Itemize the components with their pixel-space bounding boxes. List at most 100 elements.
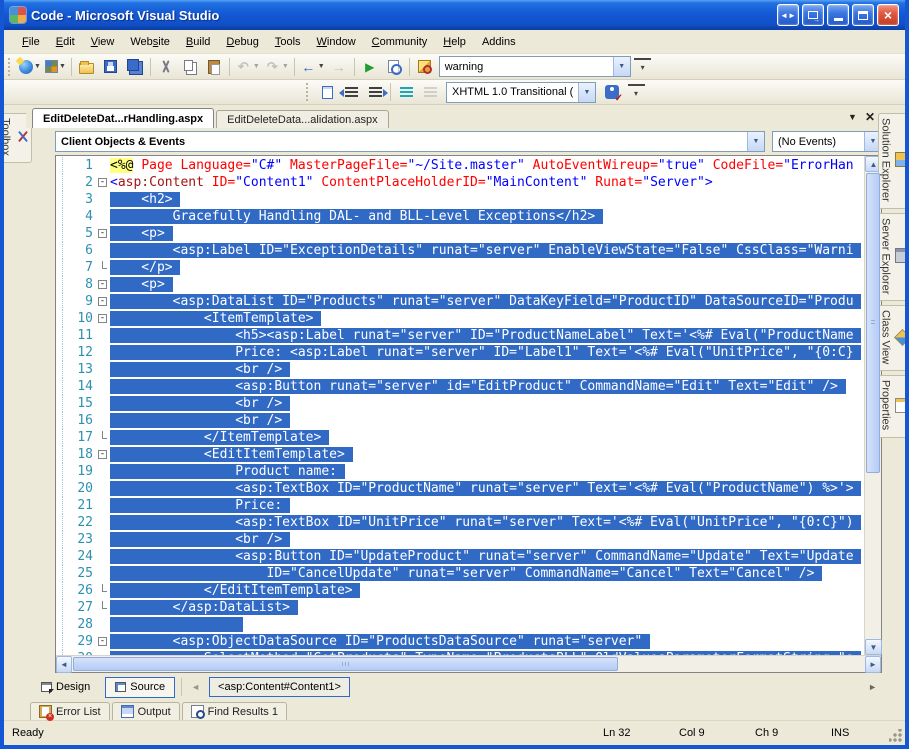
paste-button[interactable] bbox=[202, 56, 226, 78]
horizontal-scrollbar-track[interactable] bbox=[619, 656, 865, 672]
code-line[interactable]: 11 <h5><asp:Label runat="server" ID="Pro… bbox=[56, 327, 864, 344]
vertical-scrollbar[interactable]: ▲ ▼ bbox=[864, 156, 882, 655]
code-line[interactable]: 8- <p> bbox=[56, 276, 864, 293]
sidebar-tab-class-view[interactable]: Class View bbox=[877, 305, 905, 372]
decrease-indent-button[interactable] bbox=[338, 81, 363, 103]
sidebar-tab-solution-explorer[interactable]: Solution Explorer bbox=[877, 113, 905, 209]
target-schema-combo[interactable]: XHTML 1.0 Transitional ( ▼ bbox=[446, 81, 596, 103]
find-in-files-button[interactable] bbox=[413, 56, 437, 78]
new-website-button[interactable]: ▼ bbox=[17, 56, 43, 78]
tab-output[interactable]: Output bbox=[111, 702, 180, 720]
code-line[interactable]: 12 Price: <asp:Label runat="server" ID="… bbox=[56, 344, 864, 361]
source-view-button[interactable]: Source bbox=[105, 676, 176, 698]
open-file-button[interactable] bbox=[75, 56, 99, 78]
toolbar-grip[interactable] bbox=[8, 57, 13, 76]
fold-margin[interactable]: - bbox=[96, 174, 110, 191]
format-selection-button[interactable] bbox=[394, 81, 418, 103]
document-tab-active[interactable]: EditDeleteDat...rHandling.aspx bbox=[32, 108, 215, 128]
toolbar-options-button[interactable]: ▾ bbox=[631, 56, 655, 78]
save-all-button[interactable] bbox=[123, 56, 147, 78]
code-line[interactable]: 28 bbox=[56, 616, 864, 633]
code-line[interactable]: 17 </ItemTemplate> bbox=[56, 429, 864, 446]
fold-margin[interactable]: - bbox=[96, 446, 110, 463]
chevron-down-icon[interactable]: ▼ bbox=[612, 57, 630, 76]
code-line[interactable]: 27 </asp:DataList> bbox=[56, 599, 864, 616]
code-line[interactable]: 10- <ItemTemplate> bbox=[56, 310, 864, 327]
fold-collapse-icon[interactable]: - bbox=[98, 297, 107, 306]
code-line[interactable]: 13 <br /> bbox=[56, 361, 864, 378]
find-combo[interactable]: warning ▼ bbox=[438, 56, 631, 77]
preview-in-browser-button[interactable] bbox=[382, 56, 406, 78]
menu-item-file[interactable]: File bbox=[14, 33, 48, 51]
code-line[interactable]: 2- <asp:Content ID="Content1" ContentPlac… bbox=[56, 174, 864, 191]
sidebar-tab-properties[interactable]: Properties bbox=[877, 375, 905, 438]
maximize-button[interactable] bbox=[852, 4, 874, 26]
redo-button[interactable]: ↷ ▼ bbox=[262, 56, 291, 78]
design-view-button[interactable]: Design bbox=[32, 677, 99, 698]
code-line[interactable]: 22 <asp:TextBox ID="UnitPrice" runat="se… bbox=[56, 514, 864, 531]
code-line[interactable]: 4 Gracefully Handling DAL- and BLL-Level… bbox=[56, 208, 864, 225]
code-line[interactable]: 25 ID="CancelUpdate" runat="server" Comm… bbox=[56, 565, 864, 582]
code-line[interactable]: 26 </EditItemTemplate> bbox=[56, 582, 864, 599]
document-tab-inactive[interactable]: EditDeleteData...alidation.aspx bbox=[216, 110, 389, 128]
code-line[interactable]: 20 <asp:TextBox ID="ProductName" runat="… bbox=[56, 480, 864, 497]
close-document-button[interactable]: ✕ bbox=[865, 110, 875, 124]
code-line[interactable]: 16 <br /> bbox=[56, 412, 864, 429]
start-debugging-button[interactable]: ▶ bbox=[358, 56, 382, 78]
tag-navigator-item[interactable]: <asp:Content#Content1> bbox=[209, 677, 350, 697]
fold-collapse-icon[interactable]: - bbox=[98, 229, 107, 238]
chevron-down-icon[interactable]: ▼ bbox=[747, 132, 764, 151]
menu-item-window[interactable]: Window bbox=[309, 33, 364, 51]
format-whole-document-button[interactable] bbox=[418, 81, 442, 103]
fold-margin[interactable]: - bbox=[96, 225, 110, 242]
code-line[interactable]: 5- <p> bbox=[56, 225, 864, 242]
navigate-backward-button[interactable]: ← ▼ bbox=[298, 56, 327, 78]
check-accessibility-button[interactable] bbox=[600, 81, 624, 104]
format-document-button[interactable] bbox=[315, 81, 339, 103]
code-line[interactable]: 9- <asp:DataList ID="Products" runat="se… bbox=[56, 293, 864, 310]
fold-margin[interactable]: - bbox=[96, 310, 110, 327]
toolbar-options-button[interactable]: ▾ bbox=[624, 81, 648, 103]
document-list-dropdown-button[interactable]: ▼ bbox=[848, 112, 857, 122]
close-button[interactable]: × bbox=[877, 4, 899, 26]
menu-item-view[interactable]: View bbox=[83, 33, 123, 51]
menu-item-community[interactable]: Community bbox=[364, 33, 436, 51]
fold-collapse-icon[interactable]: - bbox=[98, 637, 107, 646]
menu-item-website[interactable]: Website bbox=[122, 33, 178, 51]
code-line[interactable]: 23 <br /> bbox=[56, 531, 864, 548]
code-line[interactable]: 3 <h2> bbox=[56, 191, 864, 208]
code-line[interactable]: 15 <br /> bbox=[56, 395, 864, 412]
code-line[interactable]: 24 <asp:Button ID="UpdateProduct" runat=… bbox=[56, 548, 864, 565]
dropdown-arrow-icon[interactable]: ▼ bbox=[34, 63, 41, 70]
minimize-button[interactable] bbox=[827, 4, 849, 26]
tab-find-results[interactable]: Find Results 1 bbox=[181, 702, 287, 720]
save-button[interactable] bbox=[99, 56, 123, 78]
code-line[interactable]: 19 Product name: bbox=[56, 463, 864, 480]
scroll-left-button[interactable]: ◄ bbox=[56, 656, 72, 673]
dropdown-arrow-icon[interactable]: ▼ bbox=[59, 63, 66, 70]
code-line[interactable]: 7 </p> bbox=[56, 259, 864, 276]
code-line[interactable]: 18- <EditItemTemplate> bbox=[56, 446, 864, 463]
code-line[interactable]: 29- <asp:ObjectDataSource ID="ProductsDa… bbox=[56, 633, 864, 650]
fold-collapse-icon[interactable]: - bbox=[98, 314, 107, 323]
chevron-down-icon[interactable]: ▼ bbox=[578, 82, 595, 102]
navigate-forward-button[interactable]: → bbox=[327, 56, 351, 78]
copy-button[interactable] bbox=[178, 56, 202, 78]
add-new-item-button[interactable]: ▼ bbox=[43, 56, 68, 78]
menu-item-debug[interactable]: Debug bbox=[218, 33, 266, 51]
undo-button[interactable]: ↶ ▼ bbox=[233, 56, 262, 78]
code-line[interactable]: 6 <asp:Label ID="ExceptionDetails" runat… bbox=[56, 242, 864, 259]
code-line[interactable]: 1 <%@ Page Language="C#" MasterPageFile="… bbox=[56, 157, 864, 174]
fold-collapse-icon[interactable]: - bbox=[98, 450, 107, 459]
fold-margin[interactable]: - bbox=[96, 633, 110, 650]
window-arrows-button[interactable]: ◄► bbox=[777, 4, 799, 26]
code-line[interactable]: 14 <asp:Button runat="server" id="EditPr… bbox=[56, 378, 864, 395]
fold-collapse-icon[interactable]: - bbox=[98, 280, 107, 289]
object-dropdown[interactable]: Client Objects & Events ▼ bbox=[55, 131, 765, 152]
tag-navigator-scroll-left-button[interactable]: ◄ bbox=[188, 682, 203, 692]
dropdown-arrow-icon[interactable]: ▼ bbox=[318, 63, 325, 70]
vertical-scrollbar-thumb[interactable] bbox=[866, 173, 880, 473]
vertical-scrollbar-track[interactable] bbox=[865, 474, 881, 639]
scroll-down-button[interactable]: ▼ bbox=[865, 639, 882, 655]
window-popout-button[interactable] bbox=[802, 4, 824, 26]
